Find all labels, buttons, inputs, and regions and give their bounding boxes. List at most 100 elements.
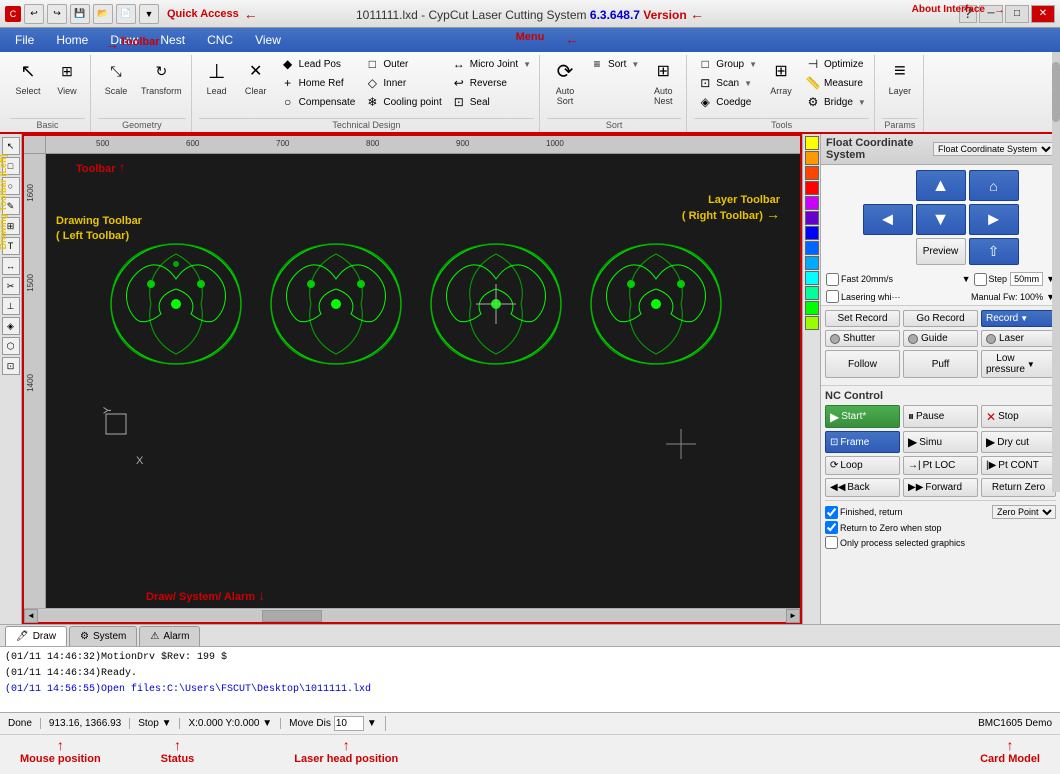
auto-nest-btn[interactable]: ⊞ AutoNest <box>645 55 681 108</box>
save-btn[interactable]: 💾 <box>70 4 90 24</box>
return-zero-checkbox[interactable] <box>825 521 838 534</box>
view-tool-btn[interactable]: ⊞ View <box>49 55 85 98</box>
forward-btn[interactable]: ▶▶ Forward <box>903 478 978 497</box>
lead-pos-btn[interactable]: ◆ Lead Pos <box>277 55 359 73</box>
set-record-btn[interactable]: Set Record <box>825 310 900 327</box>
group-btn[interactable]: □ Group ▼ <box>694 55 760 73</box>
zero-point-select[interactable]: Zero Point <box>992 505 1056 519</box>
low-pressure-btn[interactable]: Lowpressure ▼ <box>981 350 1056 378</box>
back-btn[interactable]: ◀◀ Back <box>825 478 900 497</box>
record-btn[interactable]: Record ▼ <box>981 310 1056 327</box>
h-scrollbar[interactable]: ◄ ► <box>24 608 800 622</box>
undo-btn[interactable]: ↩ <box>24 4 44 24</box>
only-process-checkbox[interactable] <box>825 536 838 549</box>
layer-color-8[interactable] <box>805 256 819 270</box>
finished-return-checkbox[interactable] <box>825 506 838 519</box>
menu-draw[interactable]: Draw <box>100 31 148 49</box>
layer-btn[interactable]: ≡ Layer <box>882 55 918 98</box>
tab-system[interactable]: ⚙ System <box>69 626 137 646</box>
scroll-track[interactable] <box>38 610 786 622</box>
left-tool-6[interactable]: ↔ <box>2 257 20 275</box>
new-btn[interactable]: 📄 <box>116 4 136 24</box>
seal-btn[interactable]: ⊡ Seal <box>448 93 534 111</box>
tab-draw[interactable]: 🖊 Draw <box>5 626 67 646</box>
left-tool-9[interactable]: ◈ <box>2 317 20 335</box>
layer-color-9[interactable] <box>805 271 819 285</box>
coedge-btn[interactable]: ◈ Coedge <box>694 93 760 111</box>
dropdown-btn[interactable]: ▼ <box>139 4 159 24</box>
stop-btn[interactable]: ✕ Stop <box>981 405 1056 428</box>
return-zero-btn[interactable]: Return Zero <box>981 478 1056 497</box>
layer-color-3[interactable] <box>805 181 819 195</box>
puff-btn[interactable]: Puff <box>903 350 978 378</box>
menu-view[interactable]: View <box>245 31 291 49</box>
layer-color-5[interactable] <box>805 211 819 225</box>
micro-joint-btn[interactable]: ↔ Micro Joint ▼ <box>448 55 534 73</box>
dry-cut-btn[interactable]: ▶ Dry cut <box>981 431 1056 453</box>
scroll-thumb[interactable] <box>262 610 322 622</box>
scan-btn[interactable]: ⊡ Scan ▼ <box>694 74 760 92</box>
maximize-button[interactable]: □ <box>1005 5 1029 23</box>
go-record-btn[interactable]: Go Record <box>903 310 978 327</box>
auto-sort-btn[interactable]: ⟳ AutoSort <box>547 55 583 108</box>
layer-color-2[interactable] <box>805 166 819 180</box>
menu-nest[interactable]: Nest <box>150 31 195 49</box>
compensate-btn[interactable]: ○ Compensate <box>277 93 359 111</box>
nav-left-btn[interactable]: ◄ <box>863 204 913 235</box>
inner-btn[interactable]: ◇ Inner <box>361 74 444 92</box>
pause-btn[interactable]: ⏸ Pause <box>903 405 978 428</box>
loop-btn[interactable]: ⟳ Loop <box>825 456 900 475</box>
coord-system-dropdown[interactable]: Float Coordinate System <box>933 142 1055 156</box>
layer-color-0[interactable] <box>805 136 819 150</box>
nav-right-btn[interactable]: ► <box>969 204 1019 235</box>
preview-btn[interactable]: Preview <box>916 238 966 265</box>
pt-loc-btn[interactable]: →| Pt LOC <box>903 456 978 475</box>
left-tool-7[interactable]: ✂ <box>2 277 20 295</box>
scale-btn[interactable]: ⤡ Scale <box>98 55 134 98</box>
bridge-btn[interactable]: ⊣ Optimize <box>802 55 869 73</box>
pt-cont-btn[interactable]: |▶ Pt CONT <box>981 456 1056 475</box>
tab-alarm[interactable]: ⚠ Alarm <box>139 626 200 646</box>
select-tool-btn[interactable]: ↖ Select <box>10 55 46 98</box>
transform-btn[interactable]: ↻ Transform <box>137 55 186 98</box>
layer-color-7[interactable] <box>805 241 819 255</box>
guide-btn[interactable]: Guide <box>903 330 978 347</box>
open-btn[interactable]: 📂 <box>93 4 113 24</box>
follow-btn[interactable]: Follow <box>825 350 900 378</box>
left-tool-10[interactable]: ⬡ <box>2 337 20 355</box>
sort-btn[interactable]: ≡ Sort ▼ <box>586 55 642 73</box>
main-canvas[interactable]: Toolbar ↑ Drawing Toolbar( Left Toolbar)… <box>46 154 800 608</box>
layer-color-11[interactable] <box>805 301 819 315</box>
lasering-checkbox[interactable] <box>826 290 839 303</box>
nav-down-btn[interactable]: ▼ <box>916 204 966 235</box>
nav-up-btn[interactable]: ▲ <box>916 170 966 201</box>
layer-color-6[interactable] <box>805 226 819 240</box>
frame-btn[interactable]: ⊡ Frame <box>825 431 900 453</box>
menu-cnc[interactable]: CNC <box>197 31 243 49</box>
shutter-btn[interactable]: Shutter <box>825 330 900 347</box>
left-tool-11[interactable]: ⊡ <box>2 357 20 375</box>
simu-btn[interactable]: ▶ Simu <box>903 431 978 453</box>
close-button[interactable]: ✕ <box>1031 5 1055 23</box>
outer-btn[interactable]: □ Outer <box>361 55 444 73</box>
home-ref-btn[interactable]: + Home Ref <box>277 74 359 92</box>
layer-color-10[interactable] <box>805 286 819 300</box>
layer-color-4[interactable] <box>805 196 819 210</box>
optimize-btn[interactable]: ⚙ Bridge ▼ <box>802 93 869 111</box>
clear-btn[interactable]: ✕ Clear <box>238 55 274 98</box>
nav-home-btn[interactable]: ⌂ <box>969 170 1019 201</box>
start-btn[interactable]: ▶ Start* <box>825 405 900 428</box>
left-tool-8[interactable]: ⊥ <box>2 297 20 315</box>
scroll-left-btn[interactable]: ◄ <box>24 609 38 623</box>
cooling-btn[interactable]: ❄ Cooling point <box>361 93 444 111</box>
layer-color-12[interactable] <box>805 316 819 330</box>
step-checkbox[interactable] <box>974 273 987 286</box>
layer-color-1[interactable] <box>805 151 819 165</box>
menu-home[interactable]: Home <box>46 31 98 49</box>
laser-btn[interactable]: Laser <box>981 330 1056 347</box>
nav-z-up-btn[interactable]: ⇧ <box>969 238 1019 265</box>
fast-checkbox[interactable] <box>826 273 839 286</box>
redo-btn[interactable]: ↪ <box>47 4 67 24</box>
left-tool-0[interactable]: ↖ <box>2 137 20 155</box>
array-btn[interactable]: ⊞ Array <box>763 55 799 98</box>
